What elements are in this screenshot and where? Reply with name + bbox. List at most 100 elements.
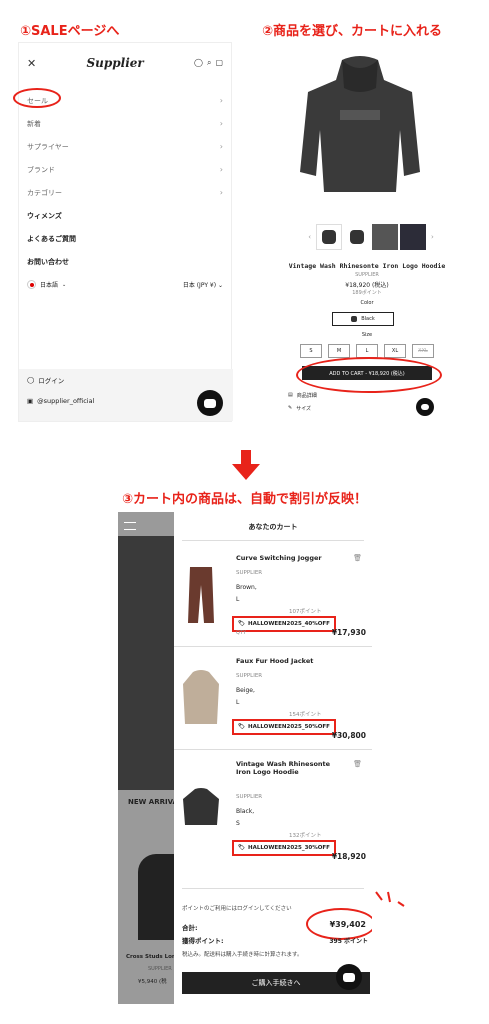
tax-note: 税込み。配送料は購入手続き時に計算されます。 [182, 952, 303, 958]
side-product-price: ¥5,940 (税 [138, 979, 167, 985]
trash-icon[interactable]: 🗑 [353, 760, 362, 768]
side-menu-panel: ✕ Supplier ◯ ⌕ ▢ セール › 新着 › サプライヤー › ブランド › … [13, 42, 233, 422]
side-product-title: Cross Studs Lon [126, 954, 176, 960]
menu-item-supplier[interactable]: サプライヤー › [19, 135, 231, 158]
size-option[interactable]: L [356, 344, 378, 358]
total-label: 合計: [182, 924, 198, 932]
thumbnail[interactable] [316, 224, 342, 250]
item-image [180, 663, 222, 733]
color-value: Black [361, 316, 375, 322]
cart-drawer-panel: NEW ARRIVA Cross Studs Lon SUPPLIER ¥5,9… [118, 512, 372, 1004]
cart-header-divider [182, 540, 364, 541]
chevron-right-icon: › [219, 96, 223, 105]
item-image [180, 560, 222, 630]
currency-selector[interactable]: 日本 (JPY ¥) ⌄ [183, 280, 223, 289]
down-arrow-icon [232, 450, 260, 480]
menu-item-womens[interactable]: ウィメンズ [19, 204, 231, 227]
item-title[interactable]: Faux Fur Hood Jacket [236, 657, 346, 665]
chat-button[interactable] [336, 964, 362, 990]
cart-icon[interactable]: ▢ [215, 58, 223, 68]
cart-item: Vintage Wash Rhinesonte Iron Logo Hoodie… [174, 752, 372, 872]
item-color: Beige, [236, 687, 255, 694]
step-3-label: ③カート内の商品は、自動で割引が反映！ [122, 492, 368, 507]
item-size: S [236, 820, 240, 827]
tag-icon: 🏷 [238, 845, 245, 851]
item-title[interactable]: Vintage Wash Rhinesonte Iron Logo Hoodie [236, 760, 346, 776]
highlight-circle [13, 88, 61, 108]
size-option[interactable]: XL [384, 344, 406, 358]
detail-link[interactable]: ▤ 商品詳細 [288, 392, 317, 399]
item-size: L [236, 596, 240, 603]
size-link-label: サイズ [296, 406, 312, 412]
tag-icon: 🏷 [238, 724, 245, 730]
color-option-black[interactable]: Black [332, 312, 394, 326]
chevron-right-icon: › [219, 165, 223, 174]
item-points: 132ポイント [289, 833, 322, 839]
cart-item: Faux Fur Hood Jacket SUPPLIER Beige, L 1… [174, 649, 372, 750]
qty-label: QTY [236, 630, 247, 636]
language-selector[interactable]: 日本語 ⌄ [27, 280, 66, 289]
product-points: 189ポイント [352, 290, 382, 296]
swatch-icon [351, 316, 358, 322]
chevron-right-icon: › [219, 188, 223, 197]
user-icon: ◯ [27, 376, 35, 384]
next-icon[interactable]: › [431, 233, 434, 241]
hamburger-icon[interactable] [124, 522, 136, 530]
thumbnail[interactable] [400, 224, 426, 250]
locale-row: 日本語 ⌄ 日本 (JPY ¥) ⌄ [19, 273, 231, 296]
menu-item-category[interactable]: カテゴリー › [19, 181, 231, 204]
item-title[interactable]: Curve Switching Jogger [236, 554, 346, 562]
chat-icon [204, 398, 216, 408]
item-price: ¥17,930 [331, 628, 366, 637]
account-icon[interactable]: ◯ [194, 58, 203, 68]
menu-item-contact[interactable]: お問い合わせ [19, 250, 231, 273]
size-option[interactable]: M [328, 344, 350, 358]
menu-label: ウィメンズ [27, 211, 62, 220]
coupon-code: HALLOWEEN2025_30%OFF [247, 845, 330, 851]
size-label: Size [361, 332, 373, 338]
logo[interactable]: Supplier [86, 56, 143, 70]
trash-icon[interactable]: 🗑 [353, 554, 362, 562]
highlight-oval [296, 357, 442, 393]
menu-label: サプライヤー [27, 142, 69, 151]
thumbnail-strip: ‹ › [286, 224, 456, 250]
instagram-icon: ▣ [27, 397, 34, 405]
ruler-icon: ✎ [288, 405, 293, 411]
earn-value: 395 ポイント [329, 938, 368, 945]
chevron-down-icon: ⌄ [62, 281, 67, 288]
search-icon[interactable]: ⌕ [207, 58, 211, 68]
menu-item-faq[interactable]: よくあるご質問 [19, 227, 231, 250]
menu-item-sale[interactable]: セール › [13, 88, 231, 112]
menu-header: ✕ Supplier ◯ ⌕ ▢ [19, 43, 231, 83]
header-icons: ◯ ⌕ ▢ [194, 58, 223, 68]
chat-button[interactable] [197, 390, 223, 416]
prev-icon[interactable]: ‹ [308, 233, 311, 241]
size-option[interactable]: XXL [412, 344, 434, 358]
background-page: NEW ARRIVA Cross Studs Lon SUPPLIER ¥5,9… [118, 512, 178, 1004]
chat-button[interactable] [416, 398, 434, 416]
coupon-badge: 🏷 HALLOWEEN2025_30%OFF [232, 840, 336, 856]
document-icon: ▤ [288, 392, 293, 398]
close-icon[interactable]: ✕ [27, 57, 36, 70]
step-1-label: ①SALEページへ [20, 24, 120, 39]
item-price: ¥30,800 [331, 731, 366, 740]
item-points: 107ポイント [289, 609, 322, 615]
login-link[interactable]: ◯ ログイン [19, 369, 233, 391]
product-title: Vintage Wash Rhinesonte Iron Logo Hoodie [288, 262, 446, 270]
emphasis-strokes [375, 891, 405, 907]
menu-item-brand[interactable]: ブランド › [19, 158, 231, 181]
detail-label: 商品詳細 [296, 393, 317, 399]
beanie-image [138, 854, 174, 940]
thumbnail[interactable] [372, 224, 398, 250]
instagram-label: @supplier_official [37, 397, 95, 405]
size-option[interactable]: S [300, 344, 322, 358]
size-link[interactable]: ✎ サイズ [288, 405, 311, 412]
japan-flag-icon [27, 280, 36, 289]
menu-item-new[interactable]: 新着 › [19, 112, 231, 135]
thumbnail[interactable] [344, 224, 370, 250]
item-brand: SUPPLIER [236, 794, 263, 800]
summary-divider [182, 888, 364, 889]
product-price: ¥18,920 (税込) [345, 282, 389, 289]
jogger-image [188, 567, 214, 623]
item-color: Brown, [236, 584, 257, 591]
